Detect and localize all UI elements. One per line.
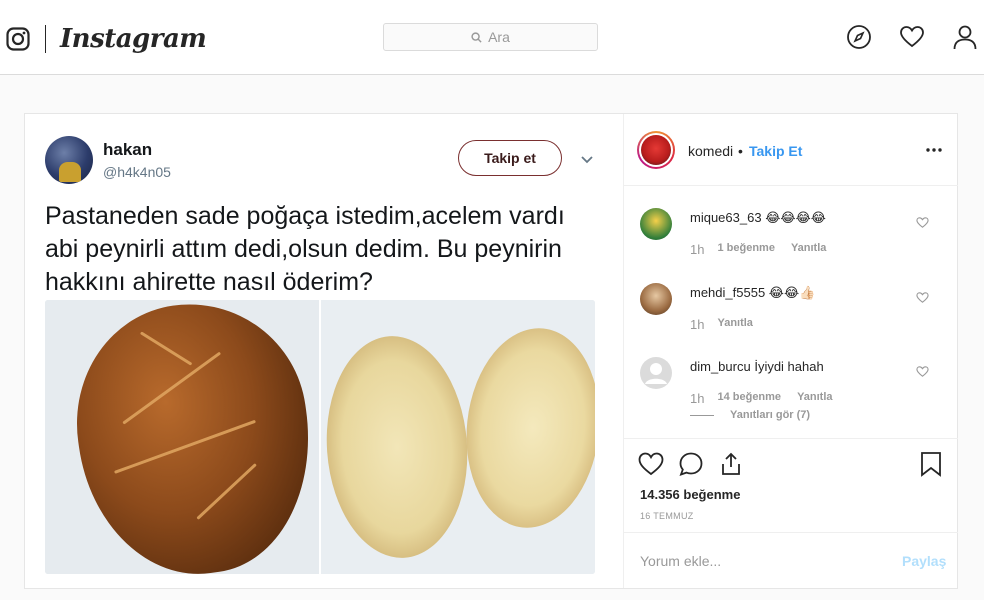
chevron-down-icon <box>581 156 593 164</box>
share-icon[interactable] <box>718 451 744 477</box>
comment-likes[interactable]: 1 beğenme <box>717 242 774 257</box>
explore-compass-icon[interactable] <box>846 24 872 50</box>
comment-input[interactable] <box>640 551 870 571</box>
comment-list[interactable]: mique63_63 😂😂😂😂 1h 1 beğenme Yanıtla meh… <box>624 186 958 438</box>
tweet-author-avatar <box>45 136 93 184</box>
post-comment-button[interactable]: Paylaş <box>902 553 946 569</box>
account-username[interactable]: komedi <box>688 143 733 159</box>
comment-text: mique63_63 😂😂😂😂 <box>690 210 826 226</box>
activity-heart-icon[interactable] <box>899 24 925 50</box>
comment-time: 1h <box>690 242 705 257</box>
comment-meta: 1h 1 beğenme Yanıtla <box>690 242 842 257</box>
top-navigation: Instagram Ara <box>0 0 984 75</box>
comment-meta: 1h 14 beğenme Yanıtla <box>690 391 849 406</box>
pogaca-halves-photo <box>319 300 595 574</box>
comment-text: dim_burcu İyiydi hahah <box>690 359 824 374</box>
comment-time: 1h <box>690 391 705 406</box>
search-placeholder: Ara <box>488 29 510 45</box>
comment-form: Paylaş <box>624 532 958 588</box>
post-side-panel: komedi • Takip Et mique63_63 😂😂😂😂 1h 1 b… <box>623 114 958 588</box>
commenter-username[interactable]: mehdi_f5555 <box>690 285 765 300</box>
reply-button[interactable]: Yanıtla <box>791 242 826 257</box>
follow-button[interactable]: Takip Et <box>749 143 802 159</box>
comment-like-heart-icon[interactable] <box>916 216 929 229</box>
comment-body: 😂😂😂😂 <box>765 210 826 225</box>
header-separator: • <box>738 143 743 159</box>
instagram-wordmark[interactable]: Instagram <box>60 24 207 54</box>
commenter-avatar[interactable] <box>640 208 672 240</box>
comment-meta: 1h Yanıtla <box>690 317 769 332</box>
post-header: komedi • Takip Et <box>624 114 958 186</box>
commenter-avatar[interactable] <box>640 283 672 315</box>
search-input[interactable]: Ara <box>383 23 598 51</box>
comment-like-heart-icon[interactable] <box>916 365 929 378</box>
comment-body: İyiydi hahah <box>754 359 824 374</box>
tweet-author-handle: @h4k4n05 <box>103 164 171 180</box>
comment-body: 😂😂👍🏻 <box>768 285 816 300</box>
post-date[interactable]: 16 TEMMUZ <box>640 511 694 521</box>
brand[interactable]: Instagram <box>6 24 207 54</box>
account-avatar[interactable] <box>637 131 675 169</box>
instagram-camera-icon[interactable] <box>6 27 30 51</box>
commenter-username[interactable]: mique63_63 <box>690 210 762 225</box>
post-card: hakan @h4k4n05 Takip et Pastaneden sade … <box>24 113 958 589</box>
reply-button[interactable]: Yanıtla <box>797 391 832 406</box>
tweet-photo <box>45 300 595 574</box>
save-bookmark-icon[interactable] <box>918 451 944 477</box>
brand-divider <box>45 25 46 53</box>
default-avatar-icon <box>641 358 671 388</box>
pogaca-whole-photo <box>45 300 327 574</box>
post-media[interactable]: hakan @h4k4n05 Takip et Pastaneden sade … <box>25 114 623 588</box>
commenter-avatar[interactable] <box>640 357 672 389</box>
comment-text: mehdi_f5555 😂😂👍🏻 <box>690 285 815 301</box>
replies-line <box>690 414 714 416</box>
tweet-text: Pastaneden sade poğaça istedim,acelem va… <box>45 202 565 296</box>
commenter-username[interactable]: dim_burcu <box>690 359 751 374</box>
comment-time: 1h <box>690 317 705 332</box>
reply-button[interactable]: Yanıtla <box>717 317 752 332</box>
view-replies-label: Yanıtları gör (7) <box>730 409 811 421</box>
tweet-follow-button: Takip et <box>458 140 562 176</box>
comment-likes[interactable]: 14 beğenme <box>717 391 781 406</box>
pogaca-half-left <box>319 331 475 563</box>
search-icon <box>471 31 482 43</box>
pogaca-whole <box>61 300 327 574</box>
more-options-icon[interactable] <box>924 140 944 160</box>
like-count[interactable]: 14.356 beğenme <box>640 487 740 502</box>
comment-bubble-icon[interactable] <box>678 451 704 477</box>
post-actions: 14.356 beğenme 16 TEMMUZ <box>624 438 958 532</box>
like-heart-icon[interactable] <box>638 451 664 477</box>
comment-like-heart-icon[interactable] <box>916 291 929 304</box>
tweet-author-name: hakan <box>103 140 153 159</box>
nav-icons <box>819 24 978 50</box>
profile-icon[interactable] <box>952 24 978 50</box>
pogaca-half-right <box>456 321 595 535</box>
view-replies-button[interactable]: Yanıtları gör (7) <box>690 409 810 421</box>
